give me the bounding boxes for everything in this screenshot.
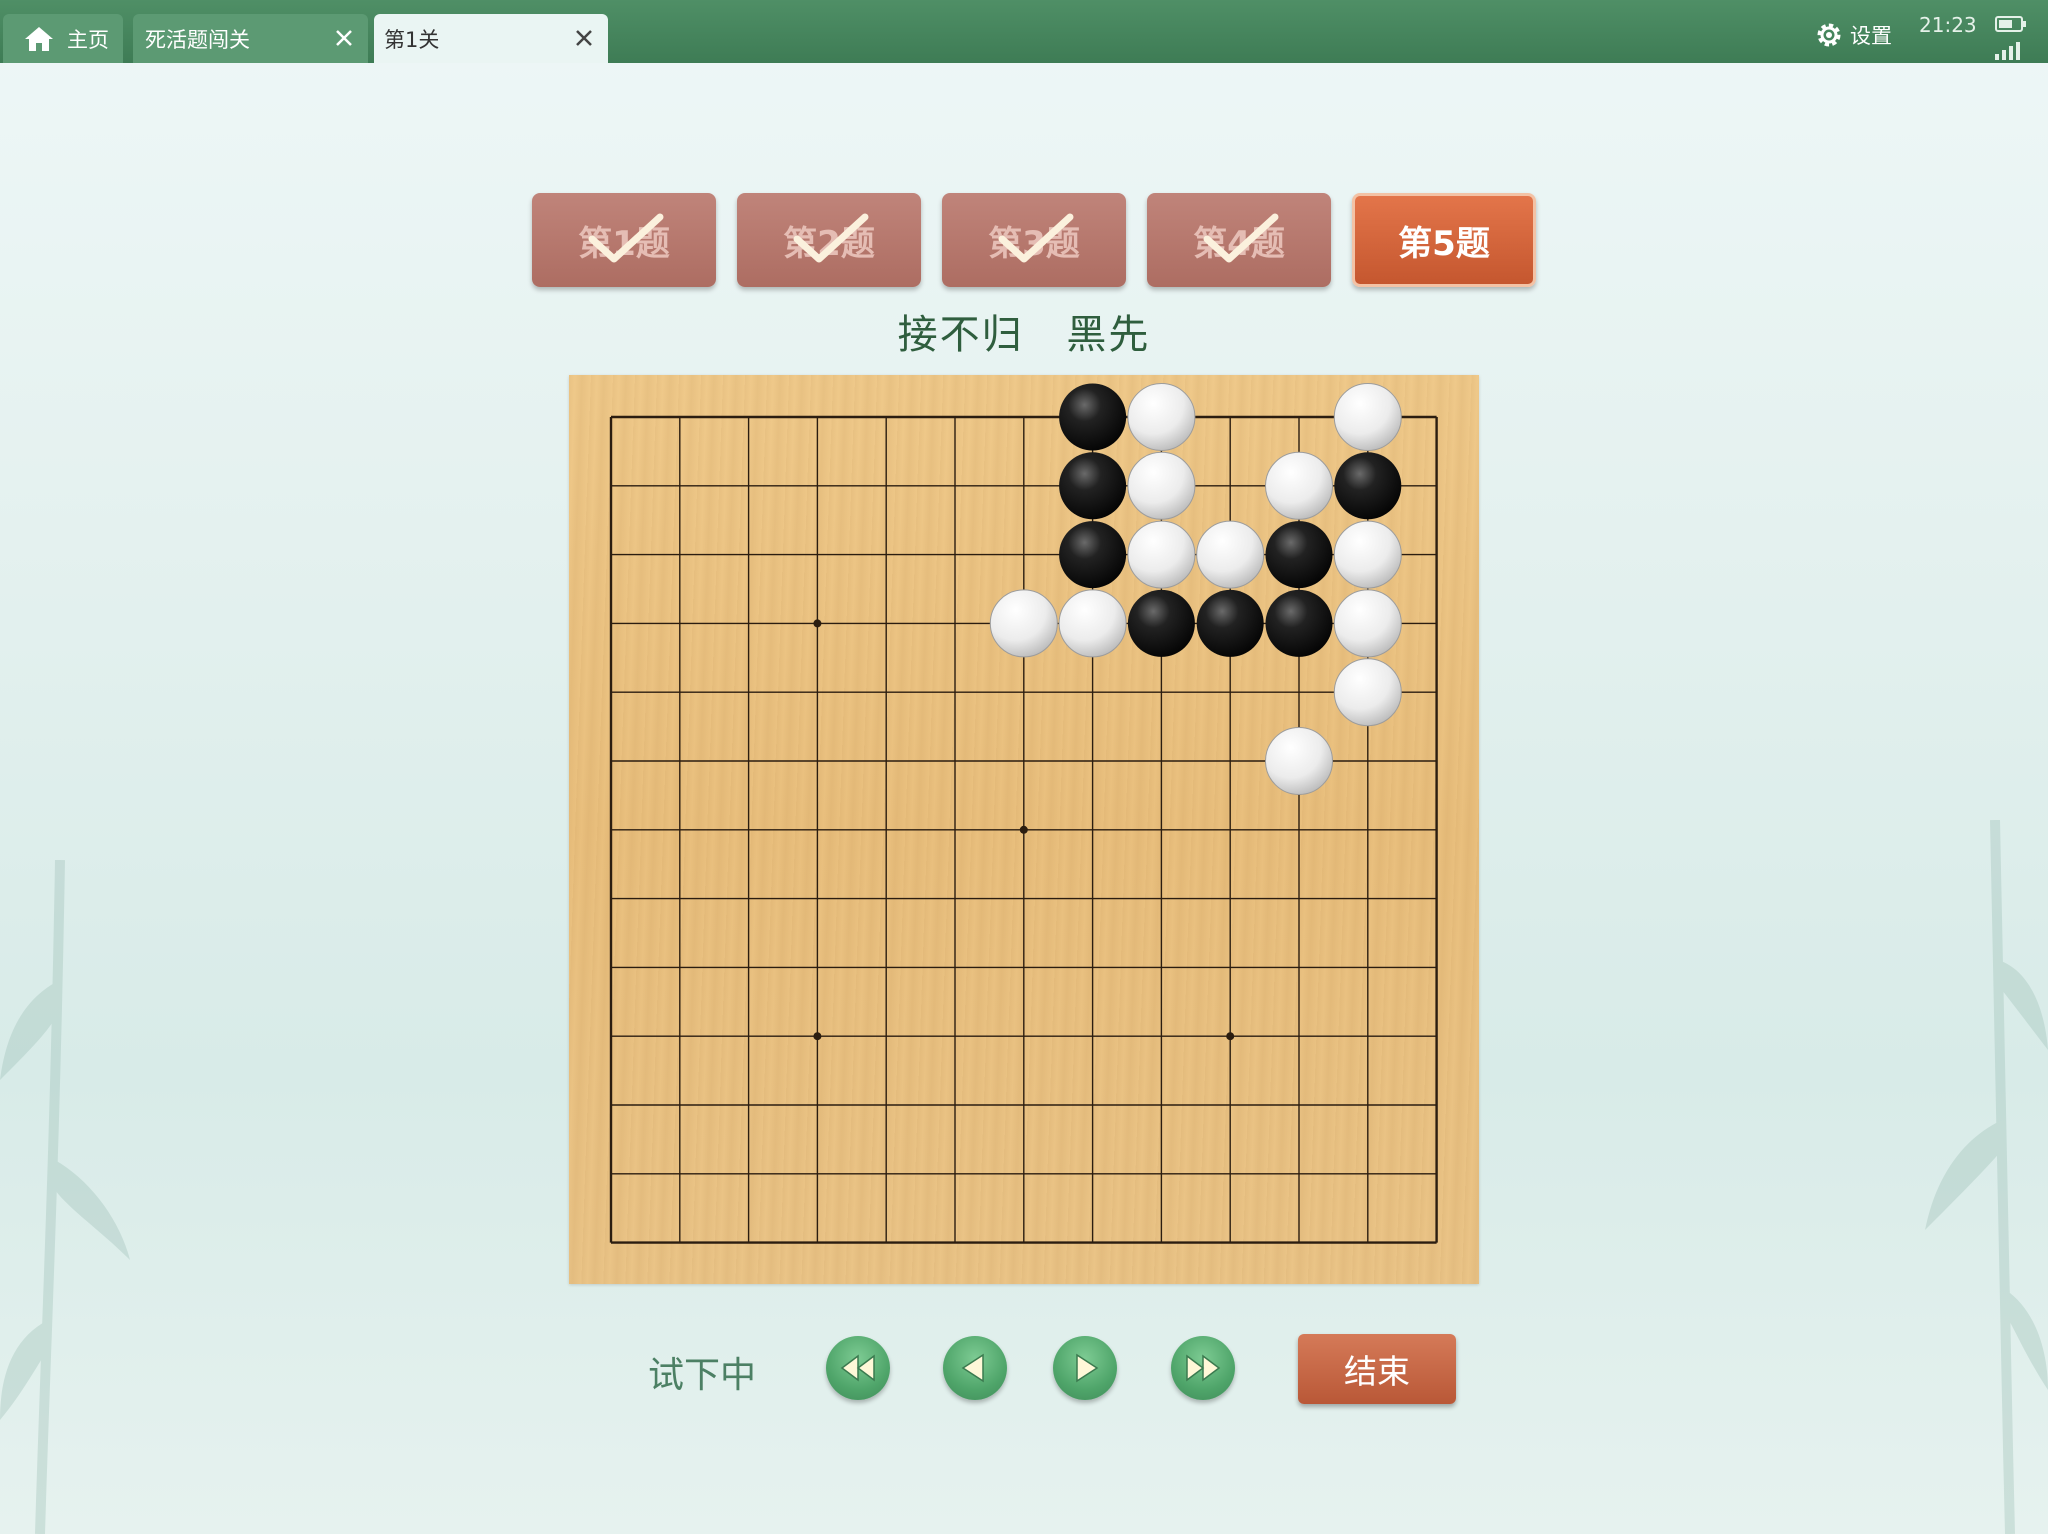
close-icon[interactable] — [330, 24, 358, 52]
next-move-button[interactable] — [1053, 1336, 1117, 1400]
star-point — [813, 1032, 822, 1041]
tab-label: 死活题闯关 — [145, 27, 250, 52]
end-button[interactable]: 结束 — [1298, 1334, 1456, 1404]
white-stone[interactable] — [1333, 520, 1402, 589]
technique-label: 接不归 — [897, 312, 1024, 358]
last-move-icon — [1186, 1354, 1221, 1382]
board-grid[interactable] — [569, 375, 1479, 1284]
problem-hint: 接不归 黑先 — [0, 302, 2048, 360]
check-icon — [998, 213, 1074, 263]
go-board[interactable] — [569, 375, 1479, 1284]
problem-label: 第5题 — [1398, 223, 1490, 264]
white-stone[interactable] — [1058, 589, 1127, 658]
close-icon[interactable] — [570, 24, 598, 52]
black-stone[interactable] — [1059, 521, 1127, 589]
first-move-button[interactable] — [826, 1336, 890, 1400]
settings-button[interactable]: 设置 — [1814, 20, 1892, 50]
white-stone[interactable] — [989, 589, 1058, 658]
signal-icon — [1995, 42, 2020, 60]
previous-move-icon — [961, 1353, 984, 1383]
trial-mode-label: 试下中 — [648, 1355, 757, 1396]
previous-move-button[interactable] — [943, 1336, 1007, 1400]
first-move-icon — [840, 1354, 875, 1382]
settings-label: 设置 — [1850, 24, 1892, 48]
black-stone[interactable] — [1334, 452, 1402, 520]
check-icon — [1203, 213, 1279, 263]
white-stone[interactable] — [1265, 451, 1333, 520]
white-stone[interactable] — [1333, 658, 1402, 727]
check-icon — [588, 213, 664, 263]
white-stone[interactable] — [1127, 451, 1196, 520]
problem-4-button[interactable]: 第4题 — [1147, 193, 1331, 287]
gear-icon — [1817, 23, 1841, 47]
black-stone[interactable] — [1059, 383, 1127, 451]
black-stone[interactable] — [1127, 589, 1195, 657]
clock: 21:23 — [1919, 13, 1977, 37]
white-stone[interactable] — [1333, 383, 1402, 451]
star-point — [1226, 1032, 1235, 1041]
last-move-button[interactable] — [1171, 1336, 1235, 1400]
white-stone[interactable] — [1127, 383, 1196, 451]
home-icon — [25, 26, 53, 51]
problem-5-button[interactable]: 第5题 — [1352, 193, 1536, 287]
turn-label: 黑先 — [1066, 312, 1151, 358]
tab-home[interactable]: 主页 — [3, 14, 123, 63]
tab-label: 主页 — [67, 27, 109, 52]
next-move-icon — [1076, 1353, 1099, 1383]
title-bar: 主页 死活题闯关 第1关 设置 21:23 — [0, 0, 2048, 63]
bamboo-decoration-left — [0, 860, 130, 1534]
bamboo-decoration-right — [1925, 820, 2048, 1534]
white-stone[interactable] — [1333, 589, 1402, 658]
star-point — [1019, 825, 1028, 834]
white-stone[interactable] — [1196, 520, 1265, 589]
black-stone[interactable] — [1196, 589, 1264, 657]
black-stone[interactable] — [1265, 521, 1333, 589]
black-stone[interactable] — [1059, 452, 1127, 520]
problem-2-button[interactable]: 第2题 — [737, 193, 921, 287]
check-icon — [793, 213, 869, 263]
tab-label: 第1关 — [384, 27, 440, 52]
star-point — [813, 619, 822, 628]
battery-icon — [1995, 16, 2026, 32]
white-stone[interactable] — [1127, 520, 1196, 589]
black-stone[interactable] — [1265, 589, 1333, 657]
tab-life-death-challenge[interactable]: 死活题闯关 — [133, 14, 368, 63]
white-stone[interactable] — [1265, 727, 1333, 795]
tab-level-1[interactable]: 第1关 — [374, 14, 608, 63]
problem-3-button[interactable]: 第3题 — [942, 193, 1126, 287]
problem-1-button[interactable]: 第1题 — [532, 193, 716, 287]
